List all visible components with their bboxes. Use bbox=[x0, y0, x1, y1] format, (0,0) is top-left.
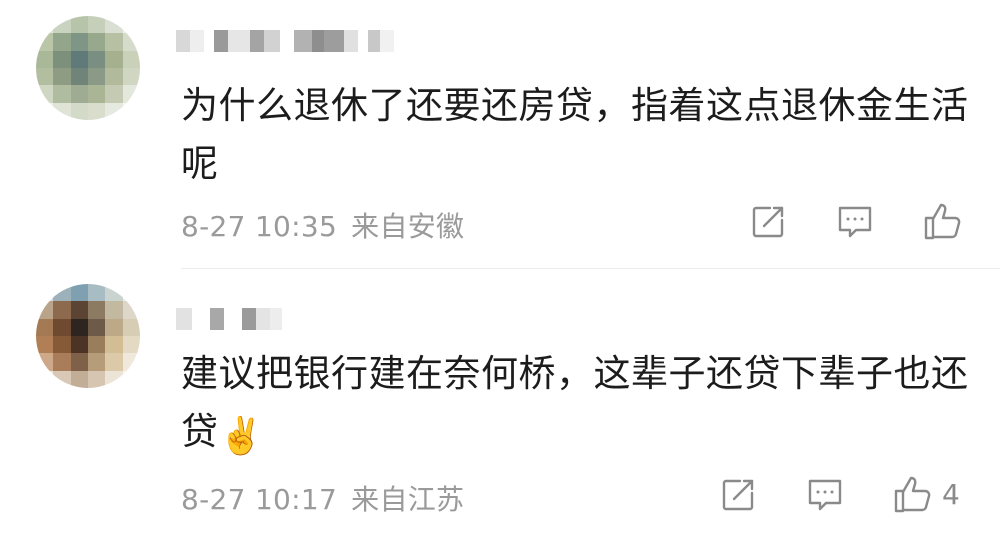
comment-location: 来自安徽 bbox=[351, 210, 465, 243]
comment-text: 建议把银行建在奈何桥，这辈子还贷下辈子也还贷✌️ bbox=[181, 345, 981, 466]
divider bbox=[181, 268, 1000, 269]
comment-icon bbox=[808, 479, 842, 511]
like-icon bbox=[894, 476, 931, 513]
comment-meta: 8-27 10:17 来自江苏 bbox=[181, 478, 464, 518]
like-button[interactable] bbox=[922, 200, 972, 242]
avatar[interactable] bbox=[36, 16, 140, 120]
comment-text: 为什么退休了还要还房贷，指着这点退休金生活呢 bbox=[181, 84, 969, 185]
comment-icon bbox=[838, 206, 872, 238]
share-button[interactable] bbox=[750, 204, 786, 240]
comment-item: 为什么退休了还要还房贷，指着这点退休金生活呢 8-27 10:35 来自安徽 bbox=[0, 0, 1000, 268]
like-count: 4 bbox=[942, 477, 960, 511]
username-blurred[interactable] bbox=[176, 30, 394, 52]
like-icon bbox=[924, 203, 961, 240]
comment-time: 8-27 10:17 bbox=[181, 483, 338, 516]
comment-text-body: 建议把银行建在奈何桥，这辈子还贷下辈子也还贷 bbox=[181, 352, 969, 453]
share-icon bbox=[752, 206, 784, 238]
share-button[interactable] bbox=[720, 477, 756, 513]
reply-button[interactable] bbox=[836, 204, 874, 240]
like-button[interactable]: 4 bbox=[892, 473, 960, 515]
username-blurred[interactable] bbox=[176, 308, 282, 330]
share-icon bbox=[722, 479, 754, 511]
victory-hand-emoji: ✌️ bbox=[218, 416, 264, 457]
comment-meta: 8-27 10:35 来自安徽 bbox=[181, 205, 464, 245]
comment-time: 8-27 10:35 bbox=[181, 210, 338, 243]
reply-button[interactable] bbox=[806, 477, 844, 513]
avatar[interactable] bbox=[36, 284, 140, 388]
comment-item: 建议把银行建在奈何桥，这辈子还贷下辈子也还贷✌️ 8-27 10:17 来自江苏 … bbox=[0, 270, 1000, 544]
comment-location: 来自江苏 bbox=[351, 483, 465, 516]
